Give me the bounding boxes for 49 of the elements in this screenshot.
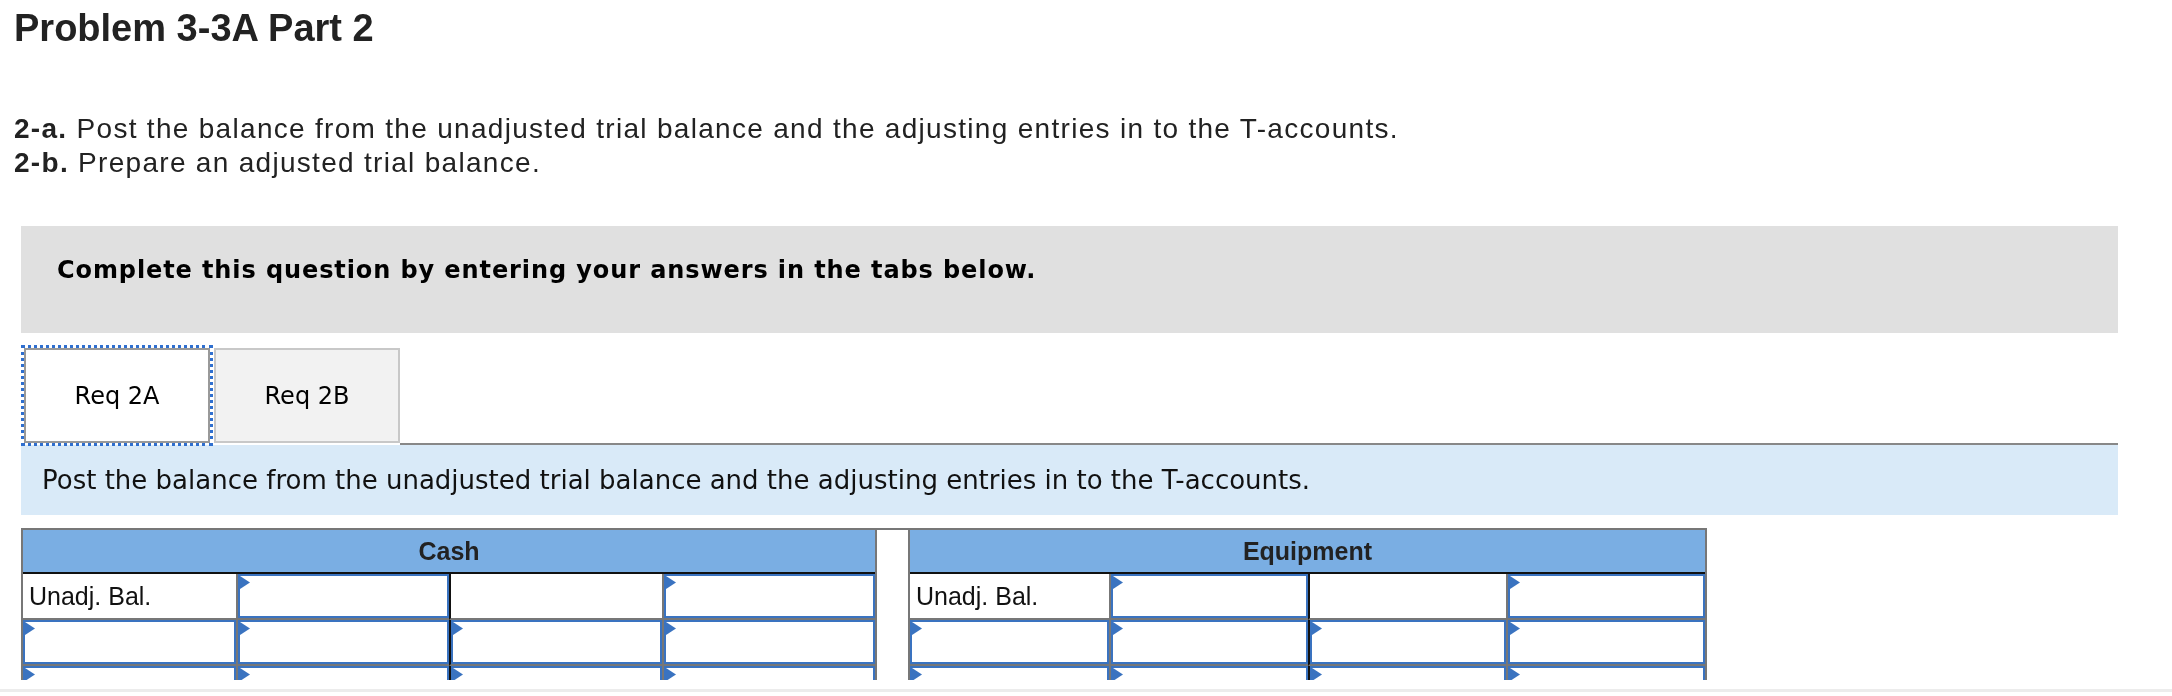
input-field[interactable]: [238, 666, 449, 680]
input-field[interactable]: [664, 574, 875, 618]
input-field[interactable]: [910, 620, 1109, 664]
input-field[interactable]: [1508, 574, 1705, 618]
input-field[interactable]: [23, 620, 236, 664]
input-field[interactable]: [1110, 666, 1308, 680]
triangle-icon: [1510, 622, 1521, 635]
notice-text: Complete this question by entering your answers in the tabs below.: [57, 256, 1037, 284]
triangle-icon: [666, 576, 676, 589]
input-field[interactable]: [664, 620, 875, 664]
input-field[interactable]: [451, 620, 662, 664]
input-field[interactable]: [238, 574, 449, 618]
triangle-icon: [1510, 668, 1521, 680]
triangle-icon: [1510, 576, 1521, 589]
instruction-text: 2-a. Post the balance from the unadjusted trial balance and the adjusting entries in to the T-accounts.: [14, 112, 1399, 146]
input-field[interactable]: [1110, 620, 1308, 664]
input-field[interactable]: [1309, 666, 1507, 680]
input-field[interactable]: [1110, 574, 1308, 618]
input-field[interactable]: [238, 620, 449, 664]
tab[interactable]: Req 2B: [214, 348, 400, 443]
input-field[interactable]: [1508, 620, 1705, 664]
triangle-icon: [666, 668, 676, 680]
triangle-icon: [240, 668, 250, 680]
triangle-icon: [912, 622, 922, 635]
triangle-icon: [240, 622, 250, 635]
triangle-icon: [25, 668, 35, 680]
input-field[interactable]: [23, 666, 236, 680]
tab[interactable]: Req 2A: [24, 348, 210, 443]
account-header: Cash: [23, 530, 875, 574]
instruction-text: 2-b. Prepare an adjusted trial balance.: [14, 146, 541, 180]
triangle-icon: [1311, 668, 1322, 680]
triangle-icon: [1112, 622, 1123, 635]
triangle-icon: [25, 622, 35, 635]
triangle-icon: [1311, 622, 1322, 635]
triangle-icon: [453, 668, 463, 680]
input-field[interactable]: [910, 666, 1109, 680]
input-field[interactable]: [1309, 620, 1507, 664]
problem-title: Problem 3-3A Part 2: [14, 6, 374, 50]
prompt-text: Post the balance from the unadjusted trial balance and the adjusting entries in to the T-accounts.: [42, 465, 1311, 495]
account-header: Equipment: [910, 530, 1705, 574]
input-field[interactable]: [664, 666, 875, 680]
triangle-icon: [666, 622, 676, 635]
triangle-icon: [453, 622, 463, 635]
triangle-icon: [1112, 668, 1123, 680]
input-field[interactable]: [1508, 666, 1705, 680]
input-field[interactable]: [451, 666, 662, 680]
triangle-icon: [240, 576, 250, 589]
triangle-icon: [1112, 576, 1123, 589]
triangle-icon: [912, 668, 922, 680]
